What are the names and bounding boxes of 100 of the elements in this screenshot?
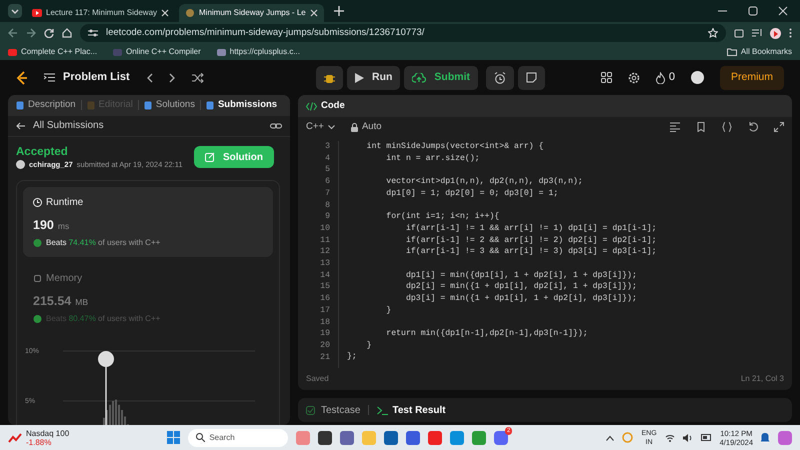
code-line: dp1[i] = min({dp1[i], 1 + dp2[i], 1 + dp3[i]}); xyxy=(404,270,638,282)
chevron-left-icon[interactable] xyxy=(146,72,153,82)
mode-toggle[interactable]: Auto xyxy=(350,120,382,134)
bookmark-icon[interactable] xyxy=(696,122,706,132)
line-number: 20 xyxy=(319,340,331,352)
start-icon[interactable] xyxy=(167,431,180,444)
forward-arrow-icon[interactable] xyxy=(26,28,36,38)
format-icon[interactable] xyxy=(670,122,680,132)
address-field[interactable]: leetcode.com/problems/minimum-sideway-jumps/submissions/1236710773/ xyxy=(80,24,726,42)
panel-tab[interactable]: Description xyxy=(16,98,76,113)
line-number: 18 xyxy=(319,316,331,328)
stock-widget[interactable]: Nasdaq 100 -1.88% xyxy=(8,428,70,446)
menu-icon[interactable] xyxy=(789,28,792,38)
code-line: } xyxy=(366,340,373,352)
line-number: 21 xyxy=(319,352,331,364)
site-settings-icon[interactable] xyxy=(88,28,98,38)
note-icon xyxy=(526,72,538,83)
list-icon xyxy=(44,73,55,82)
braces-icon[interactable] xyxy=(722,122,732,132)
code-line: dp1[0] = 1; dp2[0] = 0; dp3[0] = 1; xyxy=(385,188,560,200)
bookmark-link[interactable]: https://cplusplus.c... xyxy=(216,46,300,58)
language-dropdown[interactable]: C++ xyxy=(306,120,335,134)
user-marker[interactable] xyxy=(98,350,114,425)
code-icon xyxy=(306,102,317,110)
run-button[interactable]: Run xyxy=(347,66,400,90)
streak-counter[interactable]: 0 xyxy=(656,69,675,86)
code-tab[interactable]: Code xyxy=(306,98,345,114)
line-number: 12 xyxy=(319,246,331,258)
browser-tab[interactable]: Lecture 117: Minimum Sideway xyxy=(26,4,176,22)
stat-title: Runtime xyxy=(46,196,84,210)
line-number: 17 xyxy=(319,304,331,317)
wifi-icon[interactable] xyxy=(664,434,675,442)
chevron-right-icon[interactable] xyxy=(168,72,176,82)
close-icon[interactable] xyxy=(778,6,788,16)
alarm-clock-icon xyxy=(494,72,506,84)
flame-icon xyxy=(656,72,665,84)
line-number: 8 xyxy=(324,200,331,212)
line-number: 4 xyxy=(324,152,331,164)
tab-favicon xyxy=(185,9,196,17)
code-line: if(arr[i-1] != 2 && arr[i] != 2) dp2[i] = dp2[i-1]; xyxy=(404,234,658,246)
expand-icon[interactable] xyxy=(774,122,784,132)
chevron-up-icon[interactable] xyxy=(606,434,614,440)
submit-button[interactable]: Submit xyxy=(404,66,478,90)
line-number: 6 xyxy=(324,176,331,188)
note-button[interactable] xyxy=(518,66,546,90)
code-line: vector<int>dp1(n,n), dp2(n,n), dp3(n,n); xyxy=(385,176,584,188)
media-icon[interactable] xyxy=(752,28,762,38)
reload-icon[interactable] xyxy=(44,28,54,38)
all-submissions-link[interactable]: All Submissions xyxy=(16,118,104,134)
alarm-button[interactable] xyxy=(486,66,514,90)
code-line: dp3[i] = min({1 + dp1[i], 1 + dp2[i], dp3[i]}); xyxy=(404,292,638,305)
star-icon[interactable] xyxy=(708,28,718,38)
panel-tab[interactable]: Submissions xyxy=(206,98,278,113)
shuffle-icon[interactable] xyxy=(192,72,204,82)
terminal-icon xyxy=(377,406,388,414)
tab-search-icon[interactable] xyxy=(8,4,22,18)
layout-grid-icon[interactable] xyxy=(600,72,612,83)
line-number: 9 xyxy=(324,211,331,223)
undo-icon[interactable] xyxy=(748,122,758,132)
back-arrow-icon[interactable] xyxy=(8,28,18,38)
code-line: int minSideJumps(vector<int>& arr) { xyxy=(366,141,545,153)
browser-tab[interactable]: Minimum Sideway Jumps - Le xyxy=(179,4,324,22)
logo-icon[interactable] xyxy=(16,70,28,84)
bell-icon[interactable] xyxy=(761,432,770,442)
search-field[interactable]: Search xyxy=(188,428,288,446)
bookmark-link[interactable]: Online C++ Compiler xyxy=(113,46,201,58)
profile-avatar-icon[interactable] xyxy=(770,28,781,38)
play-icon xyxy=(355,72,364,82)
close-icon[interactable] xyxy=(161,9,170,17)
maximize-icon[interactable] xyxy=(748,6,758,16)
checkbox-icon xyxy=(306,406,317,414)
extension-icon[interactable] xyxy=(734,28,744,38)
problem-list-link[interactable]: Problem List xyxy=(44,69,130,86)
chip-icon xyxy=(33,274,42,283)
home-icon[interactable] xyxy=(62,28,72,38)
close-icon[interactable] xyxy=(310,9,318,17)
console-tab[interactable]: Test Result xyxy=(377,402,446,418)
code-line: return min({dp1[n-1],dp2[n-1],dp3[n-1]}); xyxy=(385,328,589,340)
code-line: if(arr[i-1] != 1 && arr[i] != 1) dp1[i] = dp1[i-1]; xyxy=(404,222,658,234)
settings-icon[interactable] xyxy=(628,72,640,84)
stat-card[interactable]: Runtime 190 ms Beats 74.41% of users with C++ xyxy=(23,187,273,257)
panel-tab[interactable]: Solutions xyxy=(144,98,195,113)
bookmark-link[interactable]: Complete C++ Plac... xyxy=(8,46,98,58)
debug-button[interactable] xyxy=(316,66,343,90)
avatar-icon[interactable] xyxy=(690,71,704,84)
premium-button[interactable]: Premium xyxy=(720,66,784,90)
new-tab-icon[interactable] xyxy=(334,6,344,16)
all-bookmarks-link[interactable]: All Bookmarks xyxy=(726,46,792,58)
battery-icon[interactable] xyxy=(700,434,712,441)
line-number: 19 xyxy=(319,328,331,340)
stat-unit: MB xyxy=(75,296,88,309)
save-status: Saved xyxy=(306,373,329,385)
link-icon[interactable] xyxy=(270,122,282,130)
chevron-down-icon xyxy=(328,124,335,130)
bookmark-icon xyxy=(8,48,17,56)
line-number: 3 xyxy=(324,141,331,153)
user-avatar-icon xyxy=(16,160,25,169)
speaker-icon[interactable] xyxy=(682,434,693,442)
console-tab[interactable]: Testcase xyxy=(306,402,360,418)
back-arrow-icon xyxy=(16,122,25,130)
